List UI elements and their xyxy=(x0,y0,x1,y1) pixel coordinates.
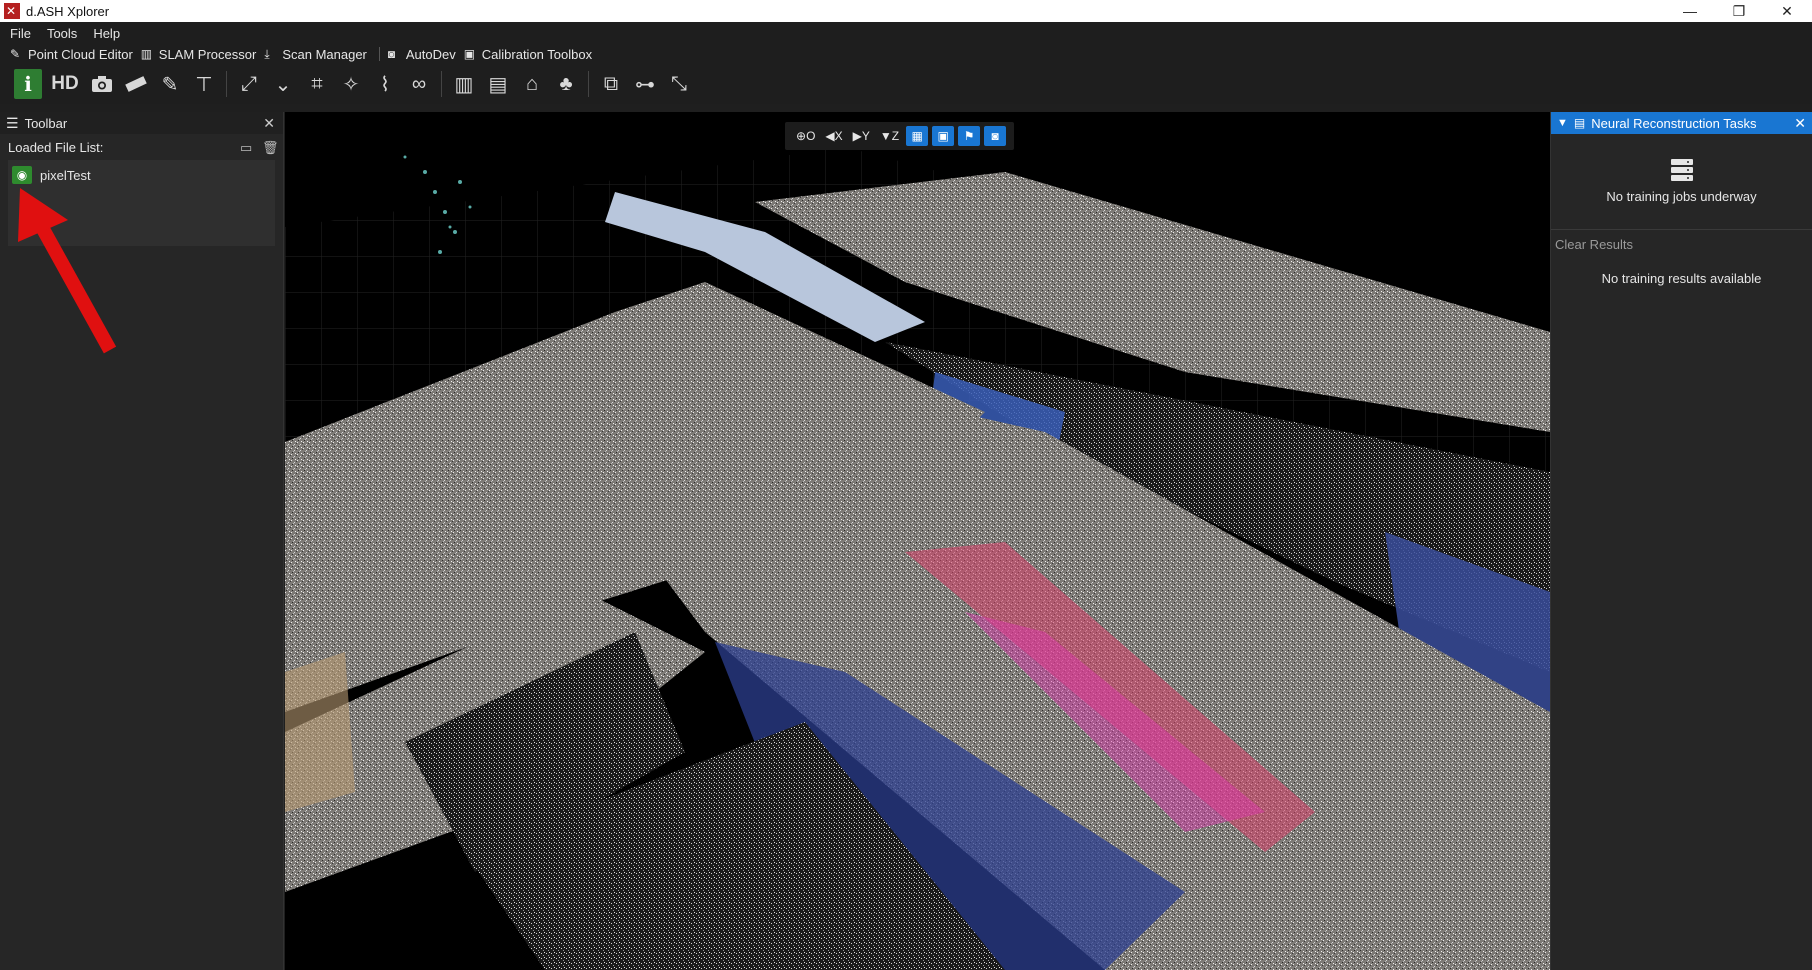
collapse-triangle-icon[interactable]: ▼ xyxy=(1557,117,1568,129)
compress-icon[interactable]: ⤡ xyxy=(665,69,693,99)
mode-autodev[interactable]: ◙ AutoDev xyxy=(388,47,456,62)
view-z-label: Z xyxy=(891,129,900,143)
expand-icon[interactable]: ⤢ xyxy=(235,69,263,99)
mode-bar: ✎ Point Cloud Editor ▥ SLAM Processor ⤓ … xyxy=(0,44,1812,64)
checker-icon[interactable]: ▦ xyxy=(906,126,929,146)
robot-icon: ◙ xyxy=(387,47,396,61)
file-list-header: Loaded File List: ▭ 🗑 xyxy=(0,134,283,160)
view-controls: ⊕ O ◀ X ▶ Y ▼ Z ▦ ▣ ⚑ ◙ xyxy=(785,122,1015,150)
view-x-button[interactable]: ◀ X xyxy=(822,126,845,146)
signpost-icon[interactable]: ⊤ xyxy=(190,69,218,99)
crop-icon[interactable]: ⌗ xyxy=(303,69,331,99)
hamburger-icon[interactable]: ☰ xyxy=(6,115,19,132)
hierarchy-icon[interactable]: ⊶ xyxy=(631,69,659,99)
mode-label: Point Cloud Editor xyxy=(28,46,133,62)
ruler-icon[interactable] xyxy=(122,69,150,99)
magic-wand-icon[interactable]: ✧ xyxy=(337,69,365,99)
mode-label: Scan Manager xyxy=(282,46,367,62)
camera-icon[interactable] xyxy=(88,69,116,99)
server-icon xyxy=(1670,159,1693,181)
map-icon: ▥ xyxy=(140,47,153,61)
divider xyxy=(588,71,589,97)
point-cloud-viewport[interactable]: ⊕ O ◀ X ▶ Y ▼ Z ▦ ▣ ⚑ ◙ xyxy=(285,112,1550,970)
window-title: d.ASH Xplorer xyxy=(26,3,110,19)
close-icon[interactable]: ✕ xyxy=(263,115,275,132)
lock-icon[interactable]: ▣ xyxy=(932,126,955,146)
results-status: No training results available xyxy=(1601,270,1762,286)
view-origin-label: O xyxy=(806,129,816,143)
main-toolbar: ℹ HD ✎ ⊤ ⤢ ⌄ ⌗ ✧ ⌇ ∞ ▥ ▤ ⌂ ♣ ⧉ ⊶ ⤡ xyxy=(0,64,1812,104)
id-card-icon[interactable]: ▭ xyxy=(240,140,252,156)
arrow-right-circle-icon: ▶ xyxy=(852,129,862,143)
divider xyxy=(226,71,227,97)
file-list-label: Loaded File List: xyxy=(8,139,104,155)
globe-icon: ⊕ xyxy=(796,129,807,143)
info-icon[interactable]: ℹ xyxy=(14,69,42,99)
menu-bar: File Tools Help xyxy=(0,22,1812,44)
handshake-icon[interactable]: ∞ xyxy=(405,69,433,99)
restore-button[interactable]: ❐ xyxy=(1714,0,1764,22)
map-icon[interactable]: ▥ xyxy=(450,69,478,99)
title-bar: d.ASH Xplorer — ❐ ✕ xyxy=(0,0,1812,22)
jobs-section: No training jobs underway xyxy=(1551,134,1812,230)
panel-header[interactable]: ▼ ▤ Neural Reconstruction Tasks ✕ xyxy=(1551,112,1812,134)
divider xyxy=(441,71,442,97)
mode-point-cloud-editor[interactable]: ✎ Point Cloud Editor xyxy=(10,47,133,62)
clear-results-button[interactable]: Clear Results xyxy=(1551,230,1812,258)
toolbox-icon: ▣ xyxy=(463,47,476,61)
mode-calibration-toolbox[interactable]: ▣ Calibration Toolbox xyxy=(464,47,592,62)
flag-icon[interactable]: ⚑ xyxy=(958,126,981,146)
close-icon[interactable]: ✕ xyxy=(1794,115,1806,132)
camera-icon[interactable]: ◙ xyxy=(984,126,1007,146)
panel-title: Toolbar xyxy=(24,115,68,131)
panel-header: ☰ Toolbar ✕ xyxy=(0,112,283,134)
chevrons-down-icon[interactable]: ⌄ xyxy=(269,69,297,99)
pencil-icon[interactable]: ✎ xyxy=(156,69,184,99)
annotation-arrow xyxy=(18,188,117,354)
view-y-label: Y xyxy=(861,129,870,143)
divider xyxy=(378,47,380,61)
view-z-button[interactable]: ▼ Z xyxy=(877,126,902,146)
arrow-left-circle-icon: ◀ xyxy=(825,129,835,143)
mode-label: Calibration Toolbox xyxy=(481,46,593,62)
house-icon[interactable]: ⌂ xyxy=(518,69,546,99)
tree-icon[interactable]: ♣ xyxy=(552,69,580,99)
object-group-icon[interactable]: ⧉ xyxy=(597,69,625,99)
point-cloud-render xyxy=(285,112,1550,970)
app-logo-icon xyxy=(4,3,20,19)
mode-label: AutoDev xyxy=(405,46,456,62)
brush-icon[interactable]: ⌇ xyxy=(371,69,399,99)
mode-label: SLAM Processor xyxy=(158,46,257,62)
close-window-button[interactable]: ✕ xyxy=(1762,0,1812,22)
jobs-status: No training jobs underway xyxy=(1606,189,1757,204)
menu-help[interactable]: Help xyxy=(93,26,120,41)
mode-scan-manager[interactable]: ⤓ Scan Manager xyxy=(264,47,367,62)
edit-icon: ✎ xyxy=(10,47,21,61)
menu-file[interactable]: File xyxy=(10,26,31,41)
arrow-down-circle-icon: ▼ xyxy=(879,129,892,143)
building-icon[interactable]: ▤ xyxy=(484,69,512,99)
panel-title: Neural Reconstruction Tasks xyxy=(1591,115,1757,131)
minimize-button[interactable]: — xyxy=(1665,0,1715,22)
view-x-label: X xyxy=(834,129,843,143)
view-y-button[interactable]: ▶ Y xyxy=(850,126,873,146)
mode-slam-processor[interactable]: ▥ SLAM Processor xyxy=(141,47,257,62)
neural-reconstruction-panel: ▼ ▤ Neural Reconstruction Tasks ✕ No tra… xyxy=(1550,112,1812,970)
menu-tools[interactable]: Tools xyxy=(47,26,77,41)
hd-icon[interactable]: HD xyxy=(48,69,82,99)
trash-icon[interactable]: 🗑 xyxy=(262,140,279,156)
download-icon: ⤓ xyxy=(264,47,270,61)
view-origin-button[interactable]: ⊕ O xyxy=(793,126,818,146)
book-reader-icon: ▤ xyxy=(1573,116,1586,130)
